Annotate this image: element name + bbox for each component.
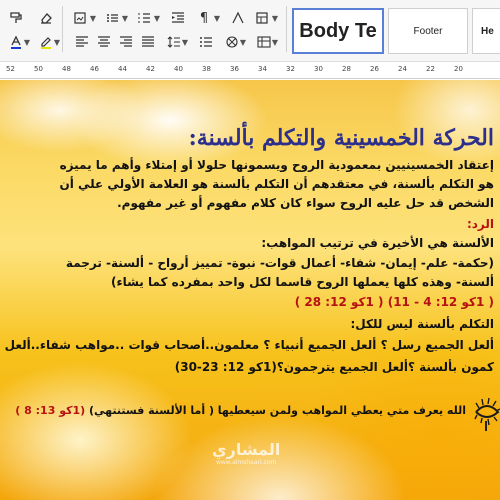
- watermark-url: www.almshaari.com: [215, 459, 277, 466]
- body-line-text: الله يعرف متي يعطي المواهب ولمن سيعطيها …: [89, 404, 466, 417]
- ruler-label: 36: [230, 65, 239, 73]
- ruler-label: 34: [258, 65, 267, 73]
- indent-icon[interactable]: [168, 8, 188, 28]
- chevron-down-icon[interactable]: ▼: [212, 8, 222, 28]
- ruler-label: 22: [426, 65, 435, 73]
- body-line: (حكمة- علم- إيمان- شفاء- أعمال قوات- نبو…: [65, 256, 494, 270]
- list-icon[interactable]: [102, 8, 122, 28]
- chevron-down-icon[interactable]: ▼: [270, 32, 280, 52]
- body-line: إعتقاد الخمسينيين بمعمودية الروح ويسمونه…: [59, 158, 494, 172]
- style-body-text-label: Body Te: [299, 19, 377, 42]
- body-line: الشخص قد حل عليه الروح سواء كان كلام مفه…: [117, 196, 494, 210]
- align-left-icon[interactable]: [72, 32, 92, 52]
- ruler-label: 50: [34, 65, 43, 73]
- chevron-down-icon[interactable]: ▼: [152, 8, 162, 28]
- align-right-icon[interactable]: [116, 32, 136, 52]
- align-center-icon[interactable]: [94, 32, 114, 52]
- ruler-label: 40: [174, 65, 183, 73]
- toolbar-divider: [286, 6, 287, 52]
- paint-format-icon[interactable]: [6, 8, 26, 28]
- watermark-text: المشاري: [212, 440, 281, 459]
- ruler-label: 32: [286, 65, 295, 73]
- scripture-reference: (1كو 13: 8 ): [15, 404, 86, 417]
- chevron-down-icon[interactable]: ▼: [22, 32, 32, 52]
- body-line: ألعل الجميع رسل ؟ ألعل الجميع أنبياء ؟ م…: [0, 338, 494, 352]
- style-icon[interactable]: [228, 8, 248, 28]
- chevron-down-icon[interactable]: ▼: [88, 8, 98, 28]
- ruler[interactable]: 52 50 48 46 44 42 40 38 36 34 32 30 28 26 24 22 20: [0, 62, 500, 79]
- ruler-label: 28: [342, 65, 351, 73]
- scripture-reference: ( 1كو 12: 4 - 11) ( 1كو 12: 28 ): [294, 295, 494, 309]
- body-line: كمون بألسنة ؟ألعل الجميع يترجمون؟(1كو 12…: [174, 360, 494, 374]
- ruler-label: 26: [370, 65, 379, 73]
- chevron-down-icon[interactable]: ▼: [180, 32, 190, 52]
- style-footer[interactable]: Footer: [388, 8, 468, 54]
- numbered-list-icon[interactable]: [134, 8, 154, 28]
- body-line: الله يعرف متي يعطي المواهب ولمن سيعطيها …: [0, 404, 466, 417]
- formatting-toolbar: ▼ ▼ ▼ ¶ ▼ ▼ ▼ ▼ ▼ ▼ ▼ Body Te Footer He: [0, 0, 500, 62]
- ruler-label: 20: [454, 65, 463, 73]
- ruler-label: 48: [62, 65, 71, 73]
- chevron-down-icon[interactable]: ▼: [120, 8, 130, 28]
- ruler-label: 52: [6, 65, 15, 73]
- clear-format-icon[interactable]: [36, 8, 56, 28]
- justify-icon[interactable]: [138, 32, 158, 52]
- style-heading[interactable]: He: [472, 8, 500, 54]
- toolbar-divider: [62, 6, 63, 52]
- body-line: التكلم بألسنة ليس للكل:: [350, 317, 494, 331]
- bold-icon[interactable]: [70, 8, 90, 28]
- style-body-text[interactable]: Body Te: [292, 8, 384, 54]
- document-page[interactable]: الحركة الخمسينية والتكلم بألسنة: إعتقاد …: [0, 80, 500, 500]
- list-indent-icon[interactable]: [196, 32, 216, 52]
- ruler-label: 30: [314, 65, 323, 73]
- paragraph-icon[interactable]: ¶: [194, 8, 214, 28]
- reply-heading: الرد:: [466, 217, 494, 231]
- style-footer-label: Footer: [413, 25, 443, 37]
- page-title: الحركة الخمسينية والتكلم بألسنة:: [188, 125, 494, 151]
- ruler-label: 46: [90, 65, 99, 73]
- chevron-down-icon[interactable]: ▼: [52, 32, 62, 52]
- more-icon[interactable]: [252, 8, 272, 28]
- chevron-down-icon[interactable]: ▼: [238, 32, 248, 52]
- crown-of-thorns-image: [474, 397, 500, 431]
- body-line: الألسنة هي الأخيرة في ترتيب المواهب:: [261, 236, 494, 250]
- ruler-label: 24: [398, 65, 407, 73]
- ruler-label: 38: [202, 65, 211, 73]
- body-line: هو التكلم بألسنة، في معتقدهم أن التكلم ب…: [59, 177, 494, 191]
- chevron-down-icon[interactable]: ▼: [270, 8, 280, 28]
- ruler-label: 44: [118, 65, 127, 73]
- ruler-label: 42: [146, 65, 155, 73]
- body-line: ألسنة- وهذه كلها يعملها الروح قاسما لكل …: [110, 275, 494, 289]
- watermark-logo: المشاري www.almshaari.com: [212, 440, 280, 466]
- style-heading-label: He: [481, 25, 494, 37]
